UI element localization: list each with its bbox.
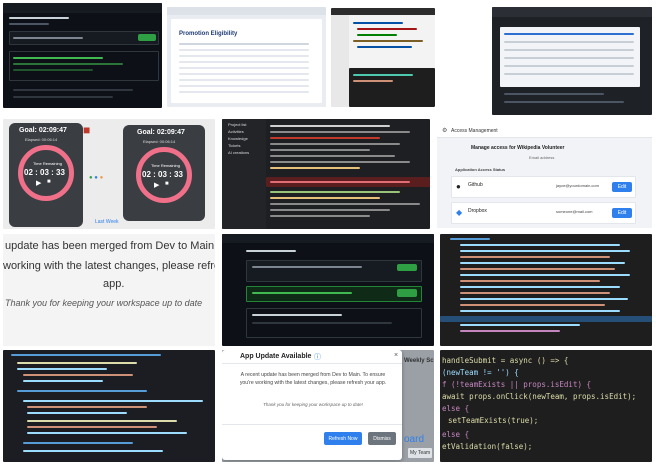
github-email: jayce@yourdomain.com xyxy=(556,183,599,188)
update-dialog: App Update Available ⓘ × A recent update… xyxy=(222,350,402,460)
access-heading: Manage access for Wikipedia Volunteer xyxy=(471,145,565,151)
side-header: Weekly Sc xyxy=(404,358,434,364)
side-team-label: My Team xyxy=(410,450,431,456)
page-link-text[interactable]: Last Week xyxy=(95,219,119,225)
dropbox-email: someone@mail.com xyxy=(556,209,593,214)
banner-thanks: Thank you for keeping your workspace up … xyxy=(5,298,203,308)
access-row-dropbox: ◆ Dropbox someone@mail.com Edit xyxy=(451,202,636,224)
code-line: f (!teamExists || props.isEdit) { xyxy=(442,380,592,389)
time-remaining-label: Time Remaining xyxy=(33,161,62,166)
github-name: Github xyxy=(468,182,483,188)
access-section: Application Access Status xyxy=(455,167,506,172)
play-icon[interactable]: ▶ xyxy=(36,179,41,187)
close-icon[interactable]: × xyxy=(394,352,398,359)
timer-tile: ■ Last Week Goal: 02:09:47 Elapsed: 00:0… xyxy=(3,119,215,229)
app-update-tile: Weekly Sc oard My Team App Update Availa… xyxy=(222,350,434,462)
code-line: setTeamExists(true); xyxy=(448,416,539,425)
play-icon-2[interactable]: ▶ xyxy=(154,181,159,189)
merge-button[interactable] xyxy=(138,34,156,41)
github-checks-tile xyxy=(222,234,434,346)
promotion-tile: Promotion Eligibility xyxy=(167,7,326,107)
side-team-chip[interactable]: My Team xyxy=(408,448,432,458)
terminal-tile: Project list Activities Knowledge Ticket… xyxy=(222,119,430,229)
status-dots: ● ● ● xyxy=(89,175,104,181)
access-subheading: Email address xyxy=(529,155,555,160)
code-line: etValidation(false); xyxy=(442,442,533,451)
banner-line-2: working with the latest changes, please … xyxy=(3,260,215,272)
goal-label-2: Goal: 02:09:47 xyxy=(137,129,185,136)
time-display: 02 : 03 : 33 xyxy=(24,168,65,177)
code-line: handleSubmit = async () => { xyxy=(442,356,569,365)
dropbox-name: Dropbox xyxy=(468,208,487,214)
github-icon: ● xyxy=(456,182,461,191)
edit-github-button[interactable]: Edit xyxy=(612,182,632,192)
stop-icon-2[interactable]: ■ xyxy=(165,181,169,187)
elapsed-label-2: Elapsed: 00:06:14 xyxy=(143,139,176,144)
code-line: else { xyxy=(442,430,470,439)
dismiss-button[interactable]: Dismiss xyxy=(368,432,396,445)
banner-line-3: app. xyxy=(103,278,125,290)
time-display-2: 02 : 03 : 33 xyxy=(142,170,183,179)
gear-icon: ⚙ xyxy=(442,128,448,134)
github-pr-tile xyxy=(3,3,162,108)
dialog-body: A recent update has been merged from Dev… xyxy=(239,372,387,386)
code-line: await props.onClick(newTeam, props.isEdi… xyxy=(442,392,637,401)
merge-pr-button[interactable] xyxy=(397,289,417,297)
code-line: else { xyxy=(442,404,470,413)
goal-label: Goal: 02:09:47 xyxy=(19,127,67,134)
update-banner-tile: update has been merged from Dev to Main.… xyxy=(3,234,215,346)
timer-widget: Goal: 02:09:47 Elapsed: 00:06:14 Time Re… xyxy=(9,123,83,227)
side-board: oard xyxy=(404,434,425,445)
access-title: Access Management xyxy=(451,128,498,134)
sidebar-item-ai[interactable]: AI creations xyxy=(228,150,249,155)
sidebar-item-projects[interactable]: Project list xyxy=(228,122,246,127)
refresh-now-button[interactable]: Refresh Now xyxy=(324,432,362,445)
access-management-tile: ⚙ Access Management Manage access for Wi… xyxy=(437,124,652,228)
code-editor-tile-2 xyxy=(3,350,215,462)
dialog-note: Thank you for keeping your workspace up … xyxy=(263,402,363,407)
time-remaining-label-2: Time Remaining xyxy=(151,163,180,168)
admin-table-tile xyxy=(492,7,652,115)
edit-dropbox-button[interactable]: Edit xyxy=(612,208,632,218)
stop-icon[interactable]: ■ xyxy=(47,179,51,185)
vscode-light-tile xyxy=(331,8,435,107)
code-editor-tile xyxy=(440,234,652,346)
info-icon: ⓘ xyxy=(314,354,321,361)
code-snippet-tile: handleSubmit = async () => { (newTeam !=… xyxy=(440,350,652,462)
promotion-title: Promotion Eligibility xyxy=(179,31,238,37)
dialog-title: App Update Available xyxy=(240,353,312,360)
banner-line-1: update has been merged from Dev to Main. xyxy=(5,240,215,252)
sidebar-item-activities[interactable]: Activities xyxy=(228,129,244,134)
dropbox-icon: ◆ xyxy=(456,208,463,217)
code-line: (newTeam != '') { xyxy=(442,368,519,377)
access-row-github: ● Github jayce@yourdomain.com Edit xyxy=(451,176,636,198)
approve-button[interactable] xyxy=(397,264,417,271)
sidebar-item-tickets[interactable]: Tickets xyxy=(228,143,241,148)
sidebar-item-knowledge[interactable]: Knowledge xyxy=(228,136,248,141)
elapsed-label: Elapsed: 00:06:14 xyxy=(25,137,58,142)
timer-widget-2: Goal: 02:09:47 Elapsed: 00:06:14 Time Re… xyxy=(123,125,205,221)
